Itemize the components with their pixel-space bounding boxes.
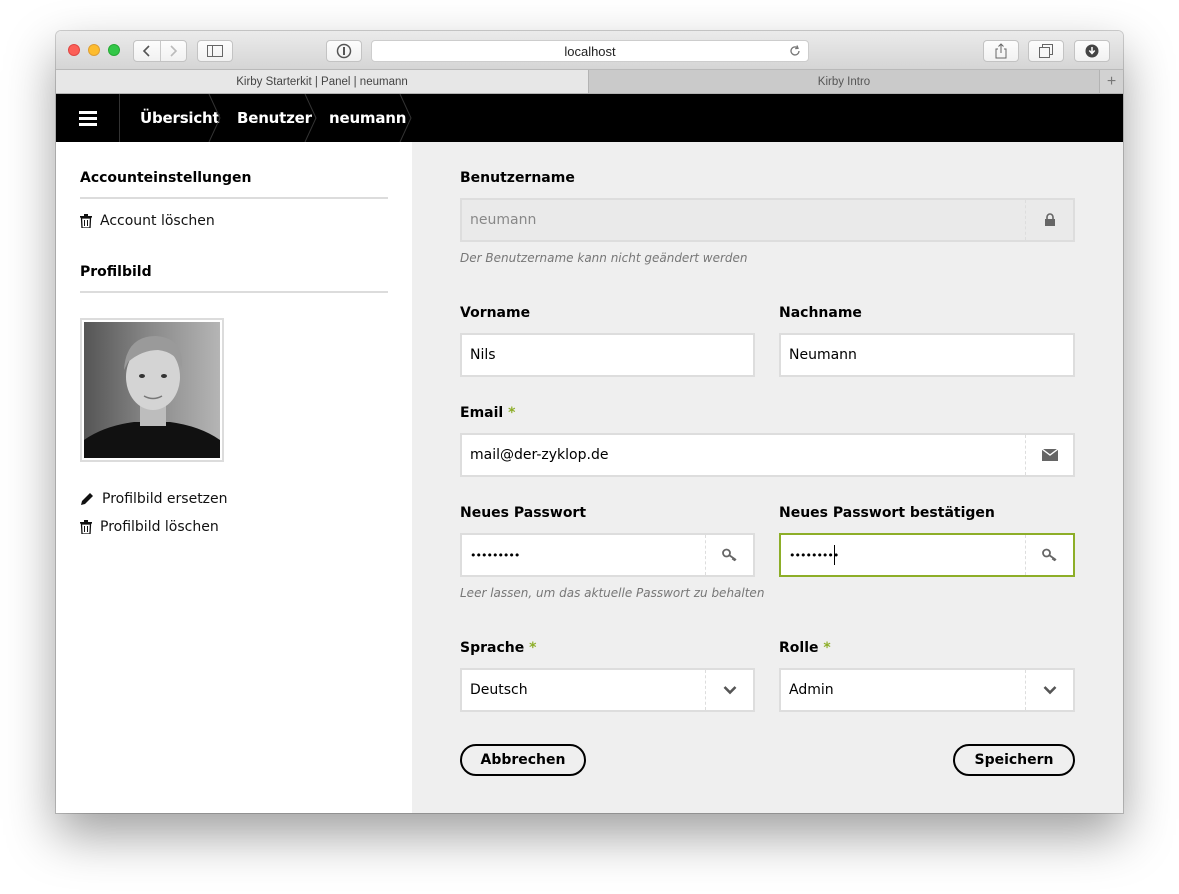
menu-button[interactable] bbox=[56, 94, 120, 142]
password-field bbox=[460, 533, 755, 577]
cancel-button[interactable]: Abbrechen bbox=[460, 744, 586, 776]
tabs-overview-button[interactable] bbox=[1028, 40, 1064, 62]
language-select[interactable] bbox=[460, 668, 755, 712]
lastname-field bbox=[779, 333, 1075, 377]
password-help: Leer lassen, um das aktuelle Passwort zu… bbox=[460, 586, 765, 600]
history-nav bbox=[133, 40, 187, 62]
required-marker: * bbox=[823, 640, 831, 656]
minimize-window-button[interactable] bbox=[88, 44, 100, 56]
language-label: Sprache * bbox=[460, 640, 536, 656]
password-addon[interactable] bbox=[705, 535, 753, 575]
firstname-input[interactable] bbox=[462, 335, 753, 375]
key-icon bbox=[721, 548, 737, 562]
breadcrumb-users[interactable]: Benutzer bbox=[237, 94, 312, 142]
address-bar[interactable]: localhost bbox=[371, 40, 809, 62]
delete-account-link[interactable]: Account löschen bbox=[80, 213, 215, 229]
tab-label: Kirby Intro bbox=[817, 75, 871, 88]
text-cursor bbox=[834, 545, 835, 565]
lastname-label: Nachname bbox=[779, 305, 862, 321]
chevron-down-icon bbox=[723, 686, 736, 695]
chevron-left-icon bbox=[142, 45, 150, 57]
reload-icon[interactable] bbox=[788, 44, 802, 58]
email-addon[interactable] bbox=[1025, 435, 1073, 475]
required-marker: * bbox=[508, 405, 516, 421]
tab-kirby-panel[interactable]: Kirby Starterkit | Panel | neumann bbox=[56, 70, 589, 93]
key-icon bbox=[1041, 548, 1057, 562]
breadcrumb-current-user[interactable]: neumann bbox=[329, 94, 406, 142]
account-settings-heading: Accounteinstellungen bbox=[80, 170, 388, 199]
breadcrumb-separator-icon bbox=[304, 94, 317, 142]
hamburger-icon bbox=[78, 110, 97, 126]
avatar-photo bbox=[84, 322, 220, 458]
info-icon bbox=[336, 43, 352, 59]
share-button[interactable] bbox=[983, 40, 1019, 62]
sidebar-toggle-button[interactable] bbox=[197, 40, 233, 62]
firstname-field bbox=[460, 333, 755, 377]
required-marker: * bbox=[529, 640, 537, 656]
close-window-button[interactable] bbox=[68, 44, 80, 56]
avatar-heading: Profilbild bbox=[80, 264, 388, 293]
delete-avatar-label: Profilbild löschen bbox=[100, 519, 219, 535]
breadcrumb-separator-icon bbox=[399, 94, 412, 142]
lock-icon bbox=[1044, 213, 1055, 226]
browser-toolbar: localhost bbox=[56, 31, 1123, 70]
lastname-input[interactable] bbox=[781, 335, 1073, 375]
role-dropdown-toggle[interactable] bbox=[1025, 670, 1073, 710]
password-confirm-field bbox=[779, 533, 1075, 577]
download-icon bbox=[1085, 44, 1099, 58]
username-input bbox=[462, 200, 1073, 240]
role-select[interactable] bbox=[779, 668, 1075, 712]
email-field bbox=[460, 433, 1075, 477]
chevron-right-icon bbox=[170, 45, 178, 57]
plus-icon: + bbox=[1106, 72, 1117, 90]
password-confirm-addon[interactable] bbox=[1025, 535, 1073, 575]
reader-button[interactable] bbox=[326, 40, 362, 62]
trash-icon bbox=[80, 214, 92, 228]
panel-topbar: Übersicht Benutzer neumann bbox=[56, 94, 1123, 142]
user-form: Benutzername Der Benutzername kann nicht… bbox=[412, 142, 1123, 813]
trash-icon bbox=[80, 520, 92, 534]
delete-avatar-link[interactable]: Profilbild löschen bbox=[80, 519, 219, 535]
username-label: Benutzername bbox=[460, 170, 575, 186]
tab-kirby-intro[interactable]: Kirby Intro bbox=[589, 70, 1099, 93]
replace-avatar-link[interactable]: Profilbild ersetzen bbox=[80, 491, 228, 507]
envelope-icon bbox=[1041, 449, 1058, 461]
tabs-icon bbox=[1039, 44, 1053, 58]
chevron-down-icon bbox=[1043, 686, 1056, 695]
avatar[interactable] bbox=[80, 318, 224, 462]
language-dropdown-toggle[interactable] bbox=[705, 670, 753, 710]
share-icon bbox=[995, 43, 1007, 59]
portrait-illustration bbox=[84, 322, 220, 458]
language-label-text: Sprache bbox=[460, 640, 525, 656]
zoom-window-button[interactable] bbox=[108, 44, 120, 56]
tab-bar: Kirby Starterkit | Panel | neumann Kirby… bbox=[56, 70, 1123, 94]
downloads-button[interactable] bbox=[1074, 40, 1110, 62]
role-label-text: Rolle bbox=[779, 640, 819, 656]
tab-label: Kirby Starterkit | Panel | neumann bbox=[236, 75, 408, 88]
browser-window: localhost Kirby Starterkit | Panel | neu… bbox=[56, 31, 1123, 813]
save-button[interactable]: Speichern bbox=[953, 744, 1075, 776]
address-text: localhost bbox=[564, 43, 616, 59]
new-tab-button[interactable]: + bbox=[1099, 70, 1123, 93]
username-addon bbox=[1025, 200, 1073, 240]
pencil-icon bbox=[81, 493, 93, 505]
email-label-text: Email bbox=[460, 405, 504, 421]
email-label: Email * bbox=[460, 405, 515, 421]
delete-account-label: Account löschen bbox=[100, 213, 215, 229]
password-confirm-label: Neues Passwort bestätigen bbox=[779, 505, 995, 521]
username-help: Der Benutzername kann nicht geändert wer… bbox=[460, 251, 748, 265]
breadcrumb-separator-icon bbox=[208, 94, 221, 142]
username-field bbox=[460, 198, 1075, 242]
forward-button[interactable] bbox=[159, 41, 187, 61]
back-button[interactable] bbox=[134, 41, 160, 61]
sidebar: Accounteinstellungen Account löschen Pro… bbox=[56, 142, 412, 813]
replace-avatar-label: Profilbild ersetzen bbox=[102, 491, 228, 507]
email-input[interactable] bbox=[462, 435, 1073, 475]
role-label: Rolle * bbox=[779, 640, 831, 656]
password-label: Neues Passwort bbox=[460, 505, 587, 521]
firstname-label: Vorname bbox=[460, 305, 531, 321]
sidebar-icon bbox=[207, 45, 223, 57]
